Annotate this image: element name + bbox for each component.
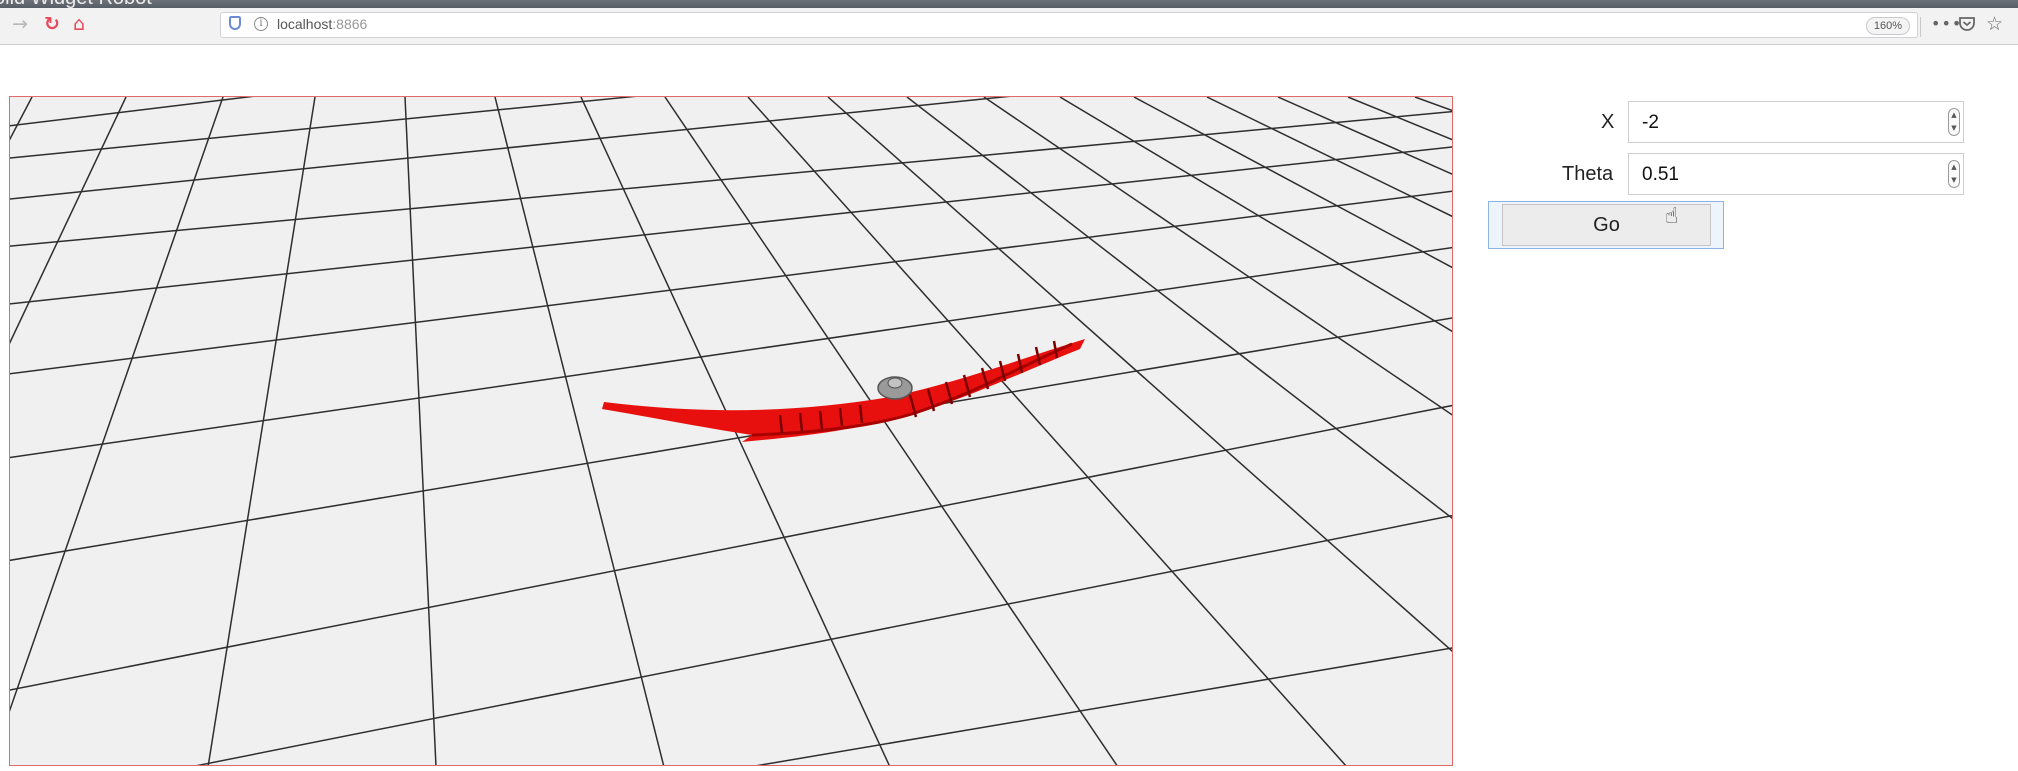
theta-input[interactable]: 0.51 ▲ ▼: [1628, 153, 1964, 195]
browser-toolbar: → ↻ ⌂ i localhost:8866 160% ••• ☆: [0, 8, 2018, 45]
x-input[interactable]: -2 ▲ ▼: [1628, 101, 1964, 143]
toolbar-divider: [1920, 17, 1921, 37]
spinner-down-icon[interactable]: ▼: [1949, 174, 1959, 187]
url-text: localhost:8866: [277, 16, 367, 32]
pocket-icon[interactable]: [1958, 11, 1976, 41]
zoom-level-badge[interactable]: 160%: [1865, 17, 1910, 35]
url-host: localhost: [277, 16, 333, 32]
hand-cursor-icon: ☝: [1665, 204, 1679, 229]
go-button-focus-ring: Go: [1488, 201, 1724, 249]
x-label: X: [1601, 111, 1615, 133]
spinner-down-icon[interactable]: ▼: [1949, 122, 1959, 135]
theta-input-value[interactable]: 0.51: [1642, 164, 1679, 186]
url-bar[interactable]: i localhost:8866 160%: [220, 12, 1918, 38]
info-icon[interactable]: i: [254, 17, 268, 31]
x-spinner[interactable]: ▲ ▼: [1948, 108, 1960, 136]
home-icon[interactable]: ⌂: [73, 11, 85, 37]
bookmark-star-icon[interactable]: ☆: [1986, 11, 2003, 37]
robot-3d-viewport[interactable]: [9, 96, 1453, 766]
window-titlebar: olid Widget Robot: [0, 0, 2018, 8]
forward-arrow-icon[interactable]: →: [12, 11, 28, 37]
spinner-up-icon[interactable]: ▲: [1949, 161, 1959, 174]
shield-icon[interactable]: [229, 16, 241, 30]
spinner-up-icon[interactable]: ▲: [1949, 109, 1959, 122]
scene-canvas[interactable]: [10, 97, 1453, 766]
x-input-value[interactable]: -2: [1642, 112, 1659, 134]
url-port: :8866: [332, 16, 368, 32]
theta-spinner[interactable]: ▲ ▼: [1948, 160, 1960, 188]
reload-icon[interactable]: ↻: [44, 11, 60, 37]
theta-label: Theta: [1562, 163, 1614, 185]
window-title: olid Widget Robot: [0, 0, 152, 8]
go-button[interactable]: Go: [1502, 204, 1711, 246]
